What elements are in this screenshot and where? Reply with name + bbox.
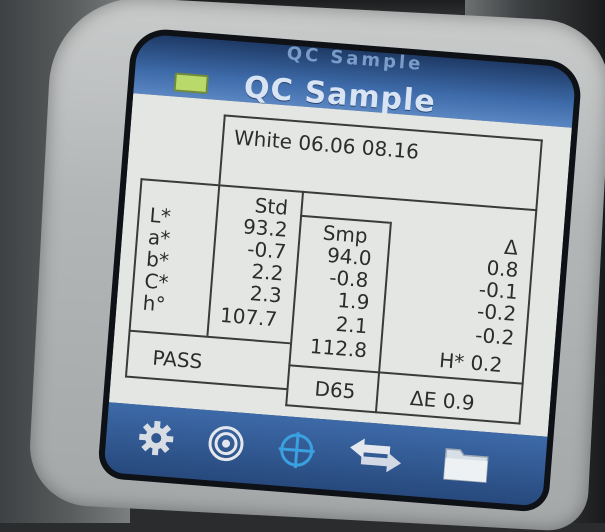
row-label-b: b* (145, 246, 170, 273)
table-border-left-upper (218, 114, 226, 185)
gear-icon[interactable] (134, 417, 177, 464)
delta-value-c: -0.2 (474, 322, 516, 350)
std-value-b: 2.2 (250, 259, 285, 286)
smp-value-c: 2.1 (334, 311, 369, 339)
device-screen: QC Sample QC Sample White 06.06 08.16 L*… (103, 33, 577, 507)
std-value-h: 107.7 (219, 302, 279, 332)
row-label-c: C* (143, 268, 170, 295)
target-icon[interactable] (204, 422, 247, 469)
table-status-divider (128, 329, 291, 345)
table-bottom-left (124, 375, 287, 391)
row-label-h: h° (141, 290, 167, 317)
folder-icon[interactable] (439, 441, 492, 491)
table-divider-horizontal (140, 178, 538, 212)
row-label-a: a* (147, 224, 172, 251)
crosshair-icon[interactable] (274, 428, 319, 477)
illuminant-label: D65 (313, 376, 357, 404)
delta-e-value: ΔE 0.9 (409, 385, 476, 415)
sample-name: White 06.06 08.16 (233, 125, 420, 164)
std-value-c: 2.3 (248, 281, 283, 308)
table-col-divider-1 (206, 184, 221, 336)
swap-arrows-icon[interactable] (344, 433, 407, 482)
delta-value-b: -0.2 (476, 298, 518, 326)
table-col-divider-3 (374, 221, 392, 414)
std-header: Std (253, 193, 289, 220)
status-pass: PASS (151, 345, 204, 374)
measurement-table: White 06.06 08.16 L* a* b* C* h° Std 93.… (108, 93, 572, 437)
delta-header: Δ (503, 234, 519, 260)
smp-value-h: 112.8 (309, 333, 368, 363)
delta-h-value: H* 0.2 (438, 348, 504, 377)
row-label-l: L* (148, 202, 172, 229)
smp-value-a: -0.8 (328, 265, 370, 293)
table-border-left (125, 178, 143, 376)
delta-value-l: 0.8 (485, 255, 520, 282)
smp-value-b: 1.9 (336, 287, 371, 315)
battery-icon (173, 72, 209, 95)
